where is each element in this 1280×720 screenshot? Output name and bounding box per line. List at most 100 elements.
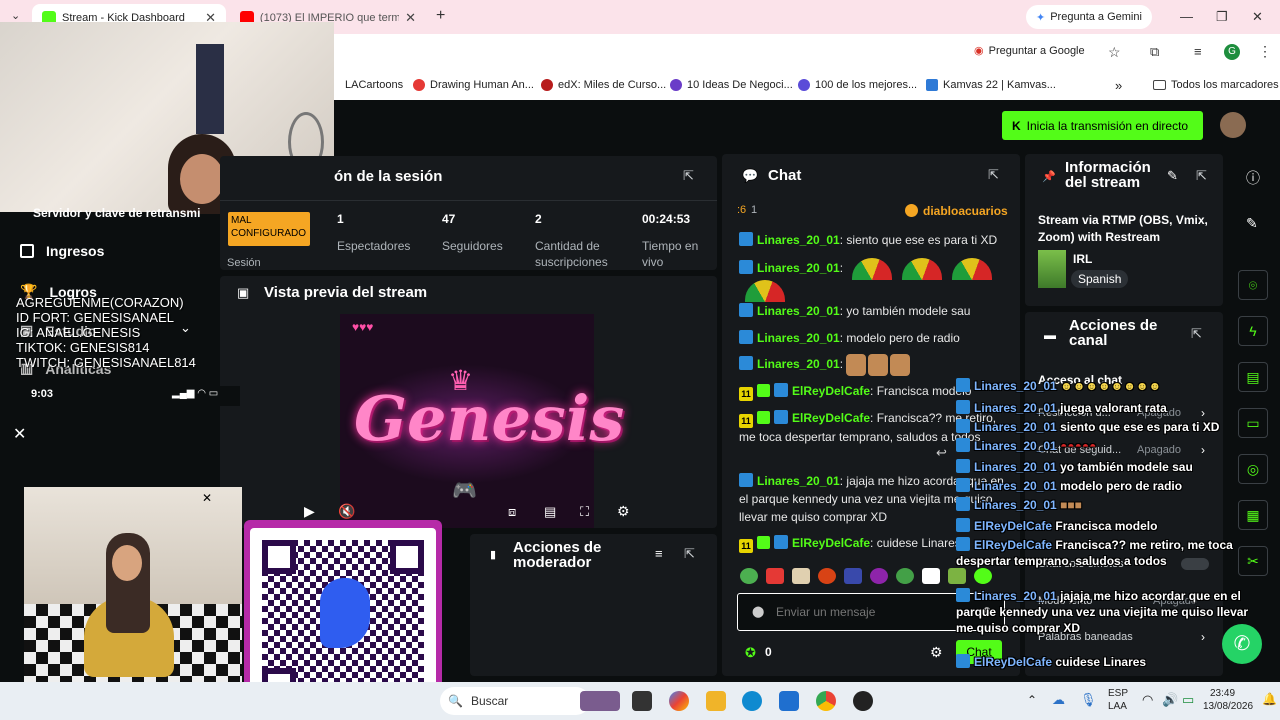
chrome-icon[interactable] xyxy=(816,691,836,711)
settings-gear-icon[interactable]: ⚙ xyxy=(617,503,630,520)
file-explorer-icon[interactable] xyxy=(706,691,726,711)
overlay-username: Linares_20_01 xyxy=(974,460,1057,474)
ask-google-button[interactable]: ◉ Preguntar a Google xyxy=(974,44,1085,58)
broadcast-rail-icon[interactable]: ◎ xyxy=(1238,454,1268,484)
phone-status-bar: 9:03 ▂▄▆ ◠ ▭ xyxy=(0,386,240,406)
edit-icon[interactable]: ✎ xyxy=(1167,168,1178,184)
lightning-rail-icon[interactable]: ϟ xyxy=(1238,316,1268,346)
expand-icon[interactable]: ⇱ xyxy=(1196,168,1207,184)
reply-icon[interactable]: ↩ xyxy=(936,445,947,461)
document-rail-icon[interactable]: ▤ xyxy=(1238,362,1268,392)
store-icon[interactable] xyxy=(779,691,799,711)
kick-badge-icon xyxy=(956,400,970,414)
taskbar-search[interactable]: 🔍 Buscar xyxy=(440,687,590,715)
profile-avatar[interactable]: G xyxy=(1224,44,1240,60)
layout-rail-icon[interactable]: ▦ xyxy=(1238,500,1268,530)
close-window-icon[interactable]: ✕ xyxy=(1252,9,1263,25)
bookmark-icon xyxy=(413,79,425,91)
close-tab-icon[interactable]: ✕ xyxy=(405,10,416,26)
photo-overlay: ✕ xyxy=(24,487,242,682)
emote-icon[interactable] xyxy=(740,568,758,584)
wifi-icon[interactable]: ◠ xyxy=(1142,692,1153,708)
expand-icon[interactable]: ⇱ xyxy=(1191,326,1202,342)
bookmark-item[interactable]: Kamvas 22 | Kamvas... xyxy=(926,79,1056,91)
gemini-button[interactable]: ✦ Pregunta a Gemini xyxy=(1026,5,1152,29)
fullscreen-icon[interactable]: ⛶ xyxy=(580,504,589,520)
task-view-icon[interactable] xyxy=(632,691,652,711)
user-avatar[interactable] xyxy=(1220,112,1246,138)
battery-icon[interactable]: ▭ xyxy=(1182,692,1194,708)
clock-time[interactable]: 23:49 xyxy=(1210,688,1235,699)
more-bookmarks-button[interactable]: » xyxy=(1115,78,1122,93)
go-live-button[interactable]: K Inicia la transmisión en directo xyxy=(1002,111,1203,140)
menu-dots-icon[interactable]: ⋮ xyxy=(1258,43,1272,60)
tools-rail-icon[interactable]: ✂ xyxy=(1238,546,1268,576)
pencil-icon[interactable]: ✎ xyxy=(1246,215,1258,232)
obs-icon[interactable] xyxy=(853,691,873,711)
bookmark-item[interactable]: Drawing Human An... xyxy=(413,79,534,91)
chat-settings-icon[interactable]: ⚙ xyxy=(930,644,943,661)
kick-badge-icon xyxy=(739,232,753,246)
chat-username[interactable]: Linares_20_01 xyxy=(757,261,840,275)
keyboard-lang[interactable]: ESP xyxy=(1108,688,1128,699)
emote-icon[interactable] xyxy=(818,568,836,584)
overlay-username: Linares_20_01 xyxy=(974,379,1057,393)
info-icon[interactable]: ⓘ xyxy=(1246,168,1260,188)
chat-username[interactable]: Linares_20_01 xyxy=(757,474,840,488)
expand-icon[interactable]: ⇱ xyxy=(683,168,694,184)
mute-icon[interactable]: 🔇 xyxy=(338,503,355,520)
tray-chevron-icon[interactable]: ⌃ xyxy=(1027,693,1037,707)
viewer-count-prefix: :6 xyxy=(737,204,747,216)
whatsapp-icon[interactable]: ✆ xyxy=(1222,624,1262,664)
edge-icon[interactable] xyxy=(742,691,762,711)
pip-icon[interactable]: ⧈ xyxy=(508,504,516,520)
mic-icon[interactable]: 🎙 xyxy=(1080,692,1097,708)
new-tab-button[interactable]: + xyxy=(436,7,445,25)
volume-icon[interactable]: 🔊 xyxy=(1162,692,1178,708)
chat-username[interactable]: Linares_20_01 xyxy=(757,233,840,247)
theater-icon[interactable]: ▤ xyxy=(544,504,556,520)
emote-icon[interactable] xyxy=(870,568,888,584)
emote-icon[interactable] xyxy=(844,568,862,584)
emote-icon[interactable] xyxy=(896,568,914,584)
chat-username[interactable]: Linares_20_01 xyxy=(757,304,840,318)
chat-rail-icon[interactable]: ▭ xyxy=(1238,408,1268,438)
tab-list-chevron-icon[interactable]: ⌄ xyxy=(11,9,20,22)
close-overlay-icon[interactable]: ✕ xyxy=(13,424,26,444)
kick-badge-icon xyxy=(739,260,753,275)
camera-rail-icon[interactable]: ⌾ xyxy=(1238,270,1268,300)
bookmark-item[interactable]: edX: Miles de Curso... xyxy=(541,79,666,91)
sidebar-item-ingresos[interactable]: Ingresos xyxy=(20,243,104,259)
chat-username[interactable]: ElReyDelCafe xyxy=(792,384,870,398)
emote-gauge-icon xyxy=(745,280,785,302)
filter-icon[interactable]: ≡ xyxy=(655,546,663,561)
chat-message: Linares_20_01: xyxy=(739,258,1004,302)
expand-icon[interactable]: ⇱ xyxy=(988,167,999,183)
chat-username[interactable]: Linares_20_01 xyxy=(757,331,840,345)
revenue-icon xyxy=(20,244,34,258)
chat-username[interactable]: ElReyDelCafe xyxy=(792,536,870,550)
maximize-icon[interactable]: ❐ xyxy=(1216,9,1228,25)
expand-icon[interactable]: ⇱ xyxy=(684,546,695,562)
emote-icon[interactable] xyxy=(922,568,940,584)
tray-cloud-icon[interactable]: ☁ xyxy=(1052,692,1065,708)
bookmark-item[interactable]: LACartoons xyxy=(345,79,403,91)
chat-input[interactable] xyxy=(776,602,976,622)
minimize-icon[interactable]: — xyxy=(1180,9,1193,24)
widgets-icon[interactable] xyxy=(580,691,620,711)
bookmark-item[interactable]: 100 de los mejores... xyxy=(798,79,917,91)
emote-icon[interactable] xyxy=(766,568,784,584)
play-button[interactable]: ▶ xyxy=(304,503,315,520)
chat-username[interactable]: Linares_20_01 xyxy=(757,357,840,371)
extensions-icon[interactable]: ⧉ xyxy=(1150,44,1159,60)
emote-icon[interactable] xyxy=(792,568,810,584)
copilot-icon[interactable] xyxy=(669,691,689,711)
bookmark-star-icon[interactable]: ☆ xyxy=(1108,44,1121,61)
close-photo-icon[interactable]: ✕ xyxy=(202,491,212,505)
chat-username[interactable]: ElReyDelCafe xyxy=(792,411,870,425)
chat-text: siento que ese es para ti XD xyxy=(846,233,998,247)
playlist-icon[interactable]: ≡ xyxy=(1194,44,1202,59)
bookmark-item[interactable]: 10 Ideas De Negoci... xyxy=(670,79,793,91)
all-bookmarks-button[interactable]: Todos los marcadores xyxy=(1153,79,1279,91)
notification-icon[interactable]: 🔔 xyxy=(1262,692,1277,706)
